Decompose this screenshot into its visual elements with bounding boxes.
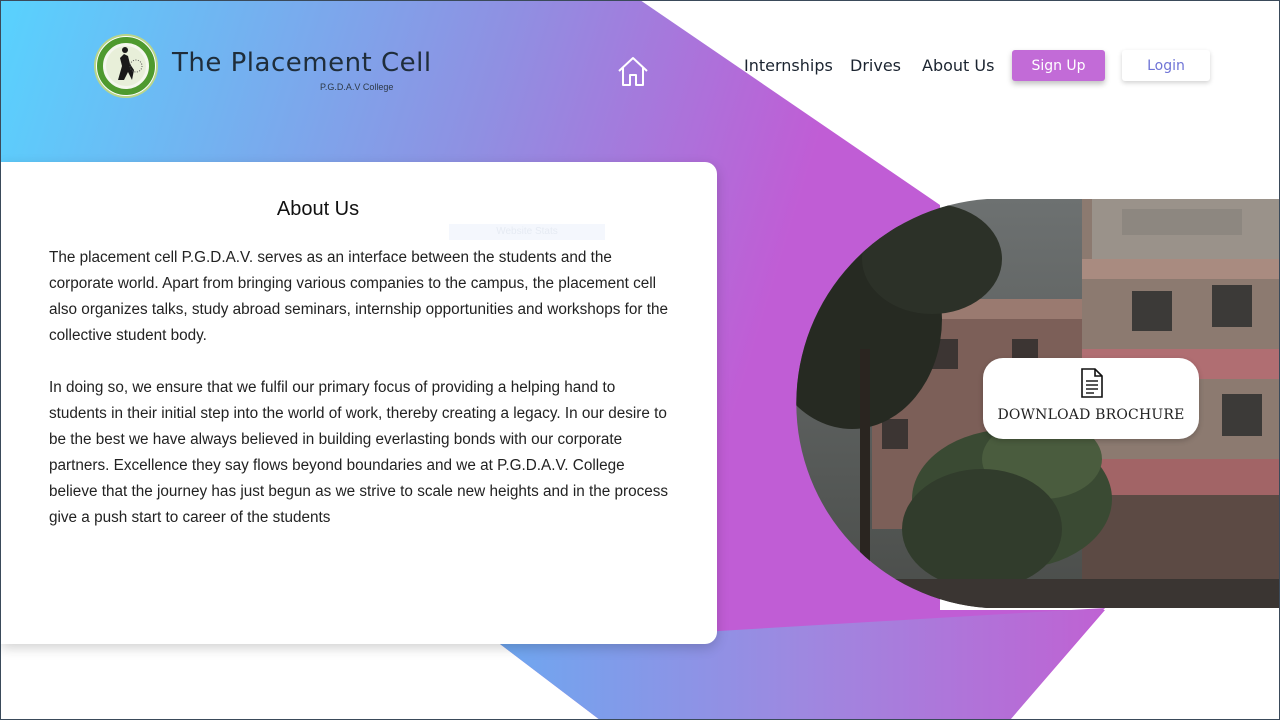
about-card: About Us Website Stats The placement cel…	[1, 162, 717, 644]
brand-subtitle: P.G.D.A.V College	[320, 82, 394, 92]
home-icon[interactable]	[616, 55, 650, 87]
brochure-label: DOWNLOAD BROCHURE	[997, 407, 1185, 423]
website-stats-ghost: Website Stats	[449, 224, 605, 240]
download-brochure-button[interactable]: DOWNLOAD BROCHURE	[983, 358, 1199, 439]
nav-internships[interactable]: Internships	[744, 56, 833, 75]
signup-button[interactable]: Sign Up	[1012, 50, 1105, 81]
nav-drives[interactable]: Drives	[850, 56, 901, 75]
document-icon	[1081, 368, 1103, 398]
login-button[interactable]: Login	[1122, 50, 1210, 81]
brand-title: The Placement Cell	[172, 48, 432, 78]
college-logo[interactable]	[96, 36, 156, 96]
about-paragraph-2: In doing so, we ensure that we fulfil ou…	[49, 379, 669, 526]
nav-about-us[interactable]: About Us	[922, 56, 994, 75]
about-title: About Us	[276, 198, 360, 220]
about-paragraph-1: The placement cell P.G.D.A.V. serves as …	[49, 249, 669, 344]
